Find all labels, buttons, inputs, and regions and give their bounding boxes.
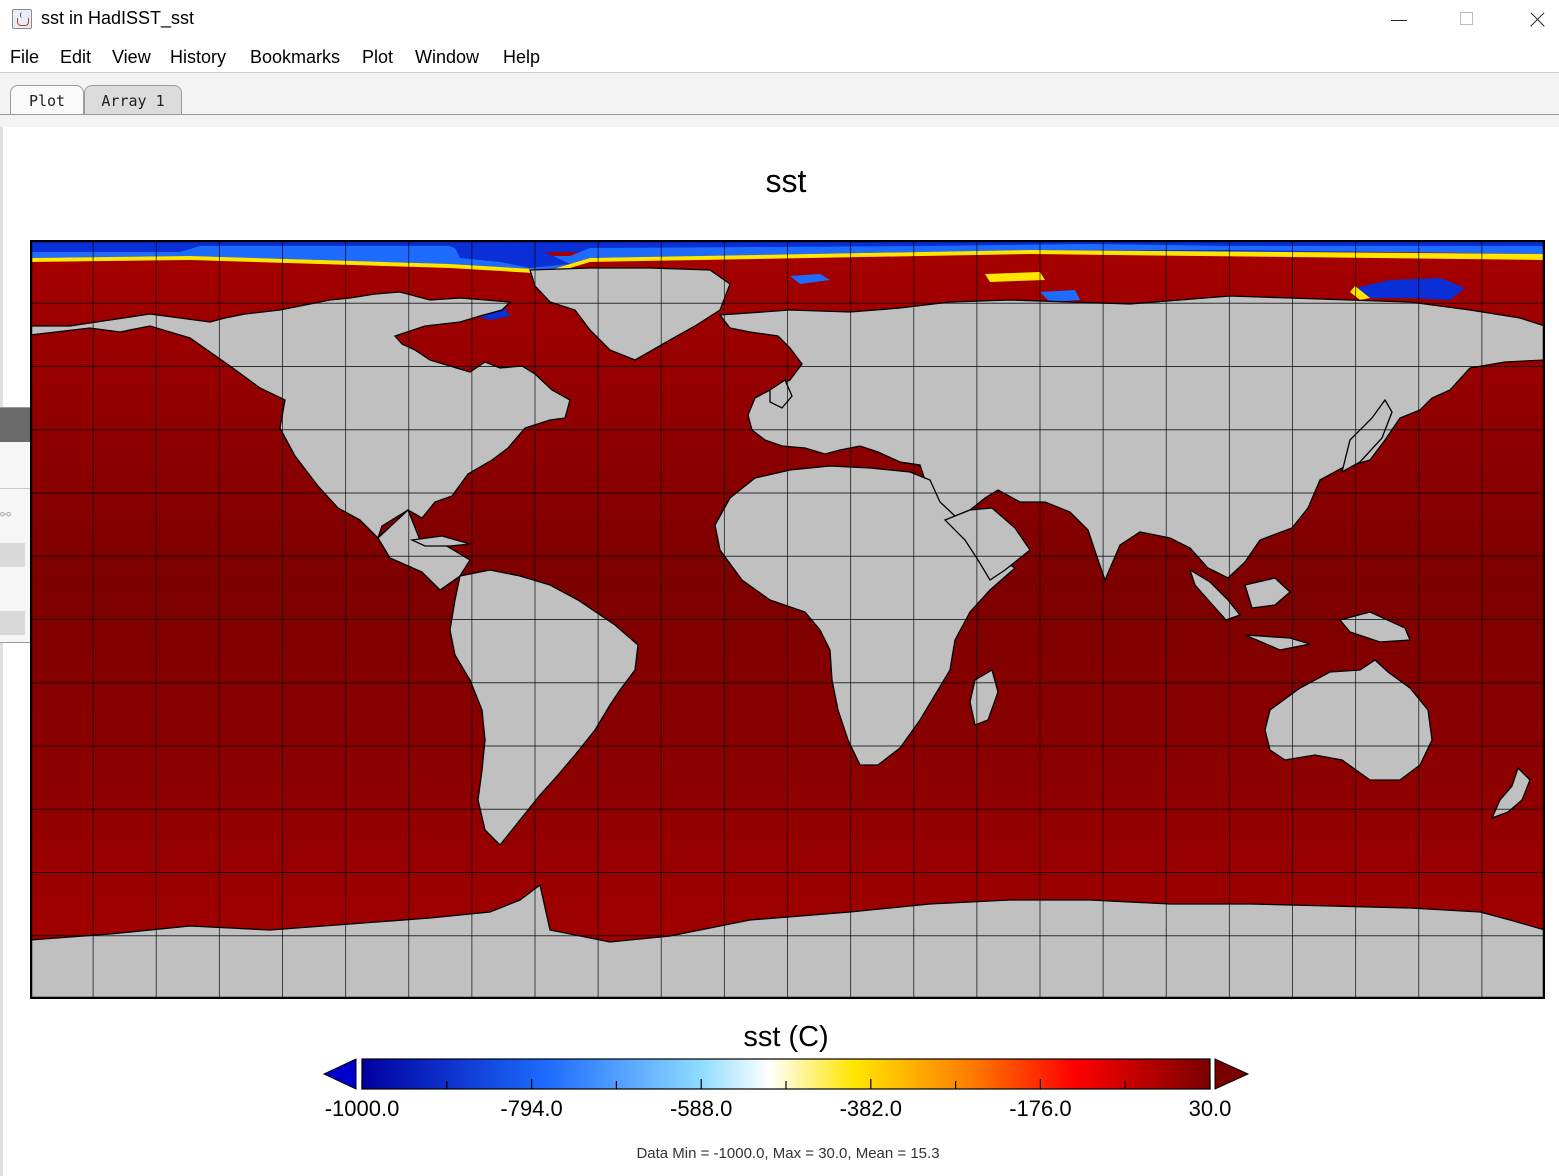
tab-divider xyxy=(0,114,1559,115)
window-titlebar: sst in HadISST_sst xyxy=(0,0,1559,40)
tab-array-1[interactable]: Array 1 xyxy=(84,85,182,115)
menu-file[interactable]: File xyxy=(10,47,39,68)
window-title: sst in HadISST_sst xyxy=(41,8,195,28)
side-panel-field[interactable] xyxy=(0,543,25,567)
colorbar-ticks xyxy=(361,1079,1211,1089)
sst-map[interactable] xyxy=(30,240,1545,999)
maximize-button[interactable] xyxy=(1444,0,1490,40)
colorbar-tick-label: -1000.0 xyxy=(324,1096,400,1121)
colorbar-tick-label: -794.0 xyxy=(500,1096,563,1121)
colorbar-under-arrow xyxy=(322,1058,357,1090)
side-panel-field[interactable] xyxy=(0,611,25,635)
menu-plot[interactable]: Plot xyxy=(362,47,393,68)
menu-window[interactable]: Window xyxy=(415,47,479,68)
colorbar-tick-label: -588.0 xyxy=(669,1096,733,1121)
menu-bookmarks[interactable]: Bookmarks xyxy=(250,47,340,68)
minimize-button[interactable] xyxy=(1376,0,1422,40)
close-button[interactable] xyxy=(1514,0,1559,40)
tab-plot[interactable]: Plot xyxy=(10,85,84,115)
colorbar-tick-label: -382.0 xyxy=(839,1096,902,1121)
menu-bar: File Edit View History Bookmarks Plot Wi… xyxy=(0,42,1559,73)
content-border xyxy=(0,127,3,1176)
link-icon[interactable]: ⚯ xyxy=(0,508,14,522)
colorbar-over-arrow xyxy=(1214,1058,1250,1090)
java-cup-icon xyxy=(12,9,32,29)
colorbar-tick-label: -176.0 xyxy=(1009,1096,1072,1121)
data-statistics: Data Min = -1000.0, Max = 30.0, Mean = 1… xyxy=(636,1145,940,1162)
menu-help[interactable]: Help xyxy=(503,47,540,68)
plot-title: sst xyxy=(765,163,807,199)
colorbar-label: sst (C) xyxy=(743,1021,829,1053)
menu-edit[interactable]: Edit xyxy=(60,47,91,68)
colorbar-gradient-bar xyxy=(361,1058,1211,1090)
menu-view[interactable]: View xyxy=(112,47,151,68)
menu-history[interactable]: History xyxy=(170,47,226,68)
colorbar-tick-label: 30.0 xyxy=(1188,1096,1232,1121)
tab-strip: Plot Array 1 xyxy=(0,73,1559,127)
